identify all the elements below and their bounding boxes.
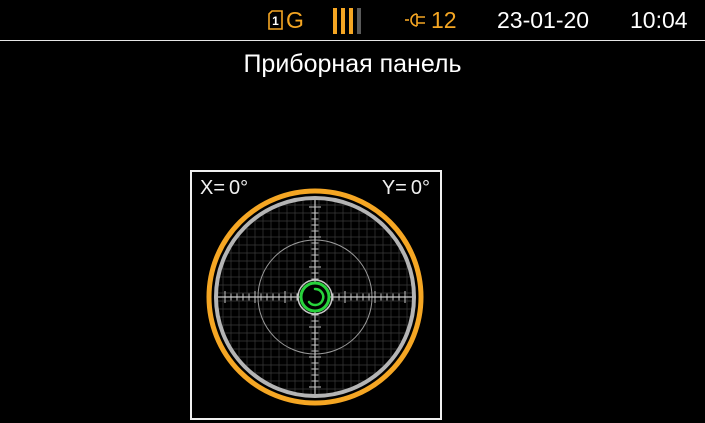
x-angle-value: 0° — [229, 177, 249, 199]
sim-indicator: 1 G — [268, 0, 304, 40]
signal-bars-icon — [333, 8, 361, 34]
signal-bar — [357, 8, 361, 34]
battery-indicator: 12 — [405, 0, 457, 40]
sim-slot-number: 1 — [272, 14, 279, 28]
x-angle-readout: X= 0° — [200, 177, 248, 200]
sim-card-icon: 1 — [268, 10, 283, 30]
level-bubble — [299, 281, 331, 313]
y-angle-value: 0° — [410, 177, 430, 199]
level-gauge: X= 0° Y= 0° — [190, 170, 442, 420]
signal-bar — [349, 8, 353, 34]
battery-value: 12 — [431, 7, 457, 33]
battery-icon — [405, 13, 427, 27]
signal-bar — [341, 8, 345, 34]
x-angle-label: X= — [200, 177, 226, 199]
y-angle-label: Y= — [381, 177, 407, 199]
signal-bar — [333, 8, 337, 34]
y-angle-readout: Y= 0° — [382, 177, 430, 200]
page-title: Приборная панель — [243, 50, 462, 78]
status-bar: 1 G 12 23-01-20 10:04 — [0, 0, 705, 41]
network-type: G — [286, 7, 304, 33]
status-date: 23-01-20 — [497, 7, 590, 33]
gauge-dial — [206, 188, 424, 406]
status-time: 10:04 — [630, 7, 688, 33]
